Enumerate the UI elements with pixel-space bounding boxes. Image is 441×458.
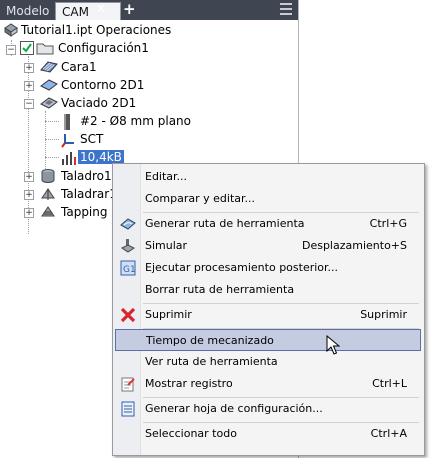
tree-item-taladro[interactable]: Taladro1: [61, 167, 112, 185]
menu-hoja-configuracion[interactable]: Generar hoja de configuración...: [115, 398, 421, 420]
tree-config[interactable]: Configuración1: [58, 39, 149, 57]
menu-generar-ruta[interactable]: Generar ruta de herramienta Ctrl+G: [115, 213, 421, 235]
menu-tiempo-mecanizado[interactable]: Tiempo de mecanizado: [115, 329, 421, 351]
log-icon: [121, 377, 135, 392]
menu-editar[interactable]: Editar...: [115, 166, 421, 188]
setup-sheet-icon: [121, 401, 135, 417]
post-process-icon: G1: [120, 260, 136, 276]
add-tab-icon[interactable]: +: [123, 0, 136, 18]
context-menu: Editar... Comparar y editar... Generar r…: [112, 163, 425, 456]
tapping-operation-icon: [41, 206, 55, 217]
panel-tab-bar: Modelo CAM × +: [0, 0, 298, 20]
expand-icon[interactable]: +: [24, 208, 34, 218]
wcs-icon: [61, 134, 74, 148]
svg-text:G1: G1: [123, 265, 136, 275]
toolpath-size-label: 10,4kB: [78, 150, 124, 164]
menu-simular[interactable]: Simular Desplazamiento+S: [115, 235, 421, 257]
tree-item-contorno[interactable]: Contorno 2D1: [61, 76, 144, 94]
menu-ver-ruta[interactable]: Ver ruta de herramienta: [115, 351, 421, 373]
tab-cam[interactable]: CAM: [55, 2, 121, 20]
pocket-operation-icon: [40, 97, 58, 109]
tree-item-vaciado[interactable]: Vaciado 2D1: [61, 94, 136, 112]
expand-icon[interactable]: +: [24, 190, 34, 200]
mouse-cursor-icon: [326, 335, 341, 355]
toolpath-data-icon: [62, 152, 76, 165]
generate-toolpath-icon: [120, 218, 136, 230]
menu-borrar[interactable]: Borrar ruta de herramienta: [115, 279, 421, 301]
face-operation-icon: [40, 61, 58, 73]
tab-modelo[interactable]: Modelo: [0, 2, 55, 20]
expand-icon[interactable]: +: [24, 172, 34, 182]
menu-seleccionar-todo[interactable]: Seleccionar todo Ctrl+A: [115, 423, 421, 445]
operations-setup-icon: [4, 23, 18, 37]
tree-item-sct[interactable]: SCT: [80, 130, 103, 148]
expand-icon[interactable]: +: [24, 63, 34, 73]
drill-operation-icon: [41, 169, 55, 183]
tree-item-cara1[interactable]: Cara1: [61, 58, 97, 76]
tool-icon: [64, 114, 70, 130]
panel-menu-icon[interactable]: [280, 3, 292, 18]
simulate-icon: [121, 239, 135, 253]
drill-operation-icon: [41, 188, 55, 200]
checkbox-icon[interactable]: [20, 41, 34, 55]
tree-item-tool[interactable]: #2 - Ø8 mm plano: [80, 112, 191, 130]
tree-item-taladrar[interactable]: Taladrar1: [61, 185, 117, 203]
contour-operation-icon: [40, 79, 58, 91]
expand-icon[interactable]: +: [24, 81, 34, 91]
menu-registro[interactable]: Mostrar registro Ctrl+L: [115, 373, 421, 395]
close-tab-icon[interactable]: ×: [96, 1, 106, 15]
tab-cam-label: CAM: [62, 5, 89, 19]
delete-icon: [120, 307, 136, 323]
menu-comparar[interactable]: Comparar y editar...: [115, 188, 421, 210]
menu-suprimir[interactable]: Suprimir Suprimir: [115, 304, 421, 326]
tree-item-tapping[interactable]: Tapping: [61, 203, 108, 221]
collapse-icon[interactable]: −: [24, 99, 34, 109]
tree-root[interactable]: Tutorial1.ipt Operaciones: [21, 21, 171, 39]
menu-post[interactable]: G1 Ejecutar procesamiento posterior...: [115, 257, 421, 279]
setup-folder-icon: [36, 43, 54, 55]
collapse-config-icon[interactable]: −: [6, 45, 16, 55]
